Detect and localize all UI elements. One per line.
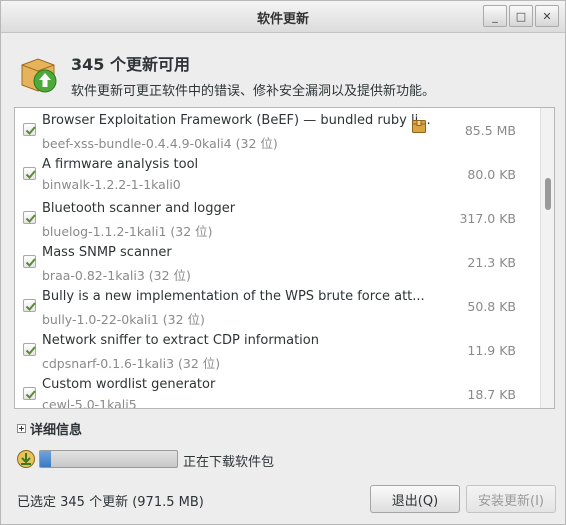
update-checkbox[interactable]: [23, 343, 36, 356]
update-size: 85.5 MB: [464, 123, 516, 138]
update-size: 18.7 KB: [467, 387, 516, 402]
update-package: braa-0.82-1kali3 (32 位): [42, 268, 191, 283]
download-icon: [17, 450, 35, 468]
update-checkbox[interactable]: [23, 387, 36, 400]
package-icon: [412, 120, 426, 133]
update-package: beef-xss-bundle-0.4.4.9-0kali4 (32 位): [42, 136, 278, 151]
window-controls: _ □ ✕: [483, 5, 559, 27]
update-name: Custom wordlist generator: [42, 377, 216, 392]
minimize-button[interactable]: _: [483, 5, 507, 27]
update-size: 21.3 KB: [467, 255, 516, 270]
update-size: 50.8 KB: [467, 299, 516, 314]
scrollbar-thumb[interactable]: [545, 178, 551, 210]
list-item[interactable]: Custom wordlist generator cewl-5.0-1kali…: [15, 372, 540, 409]
updates-description: 软件更新可更正软件中的错误、修补安全漏洞以及提供新功能。: [71, 84, 436, 99]
details-expander[interactable]: 详细信息: [17, 419, 82, 438]
list-scrollbar[interactable]: [540, 108, 554, 408]
update-package: bully-1.0-22-0kali1 (32 位): [42, 312, 205, 327]
install-updates-button[interactable]: 安装更新(I): [466, 485, 556, 513]
updates-available-heading: 345 个更新可用: [71, 55, 190, 74]
quit-button[interactable]: 退出(Q): [370, 485, 460, 513]
list-item[interactable]: A firmware analysis tool binwalk-1.2.2-1…: [15, 152, 540, 196]
update-checkbox[interactable]: [23, 255, 36, 268]
update-name: Bully is a new implementation of the WPS…: [42, 289, 425, 304]
update-name: Browser Exploitation Framework (BeEF) — …: [42, 113, 431, 128]
update-package: cdpsnarf-0.1.6-1kali3 (32 位): [42, 356, 221, 371]
selection-summary: 已选定 345 个更新 (971.5 MB): [17, 495, 204, 510]
update-checkbox[interactable]: [23, 211, 36, 224]
update-list[interactable]: Browser Exploitation Framework (BeEF) — …: [14, 107, 555, 409]
maximize-button[interactable]: □: [509, 5, 533, 27]
update-size: 80.0 KB: [467, 167, 516, 182]
update-name: A firmware analysis tool: [42, 157, 199, 172]
list-item[interactable]: Bluetooth scanner and logger bluelog-1.1…: [15, 196, 540, 240]
update-name: Mass SNMP scanner: [42, 245, 172, 260]
update-size: 11.9 KB: [467, 343, 516, 358]
window-title: 软件更新: [256, 12, 309, 27]
expand-plus-icon[interactable]: [17, 424, 26, 433]
details-label: 详细信息: [30, 423, 83, 438]
update-size: 317.0 KB: [459, 211, 516, 226]
update-package: bluelog-1.1.2-1kali1 (32 位): [42, 224, 213, 239]
download-status-text: 正在下载软件包: [183, 455, 275, 470]
list-item[interactable]: Network sniffer to extract CDP informati…: [15, 328, 540, 372]
software-update-icon: [21, 58, 57, 93]
list-item[interactable]: Mass SNMP scanner braa-0.82-1kali3 (32 位…: [15, 240, 540, 284]
download-progress-bar: [39, 450, 178, 468]
update-package: cewl-5.0-1kali5: [42, 397, 137, 409]
update-window: 软件更新 _ □ ✕ 345 个更新可用 软件更新可更正软件中的错误、修补安全漏…: [0, 0, 566, 525]
update-checkbox[interactable]: [23, 167, 36, 180]
list-item[interactable]: Bully is a new implementation of the WPS…: [15, 284, 540, 328]
progress-fill: [40, 451, 51, 467]
update-checkbox[interactable]: [23, 123, 36, 136]
update-package: binwalk-1.2.2-1-1kali0: [42, 177, 181, 192]
list-item[interactable]: Browser Exploitation Framework (BeEF) — …: [15, 108, 540, 152]
update-name: Network sniffer to extract CDP informati…: [42, 333, 319, 348]
titlebar[interactable]: 软件更新 _ □ ✕: [1, 1, 565, 33]
update-checkbox[interactable]: [23, 299, 36, 312]
close-button[interactable]: ✕: [535, 5, 559, 27]
update-name: Bluetooth scanner and logger: [42, 201, 236, 216]
